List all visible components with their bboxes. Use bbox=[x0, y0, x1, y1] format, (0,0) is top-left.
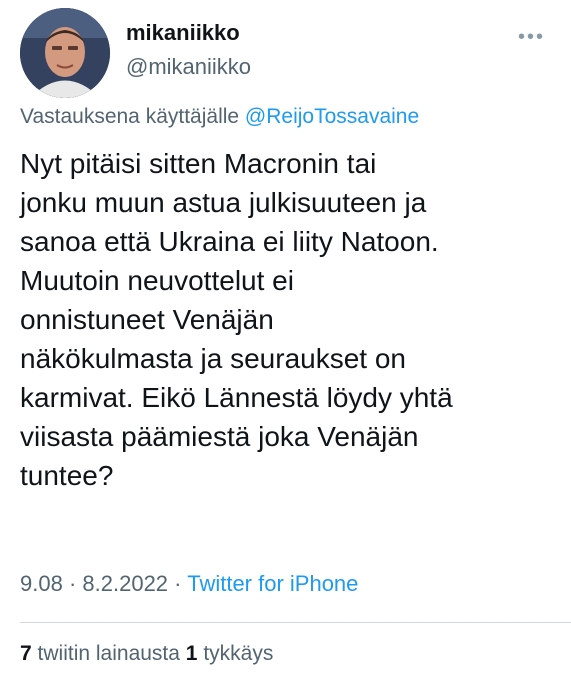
tweet-time[interactable]: 9.08 bbox=[20, 571, 63, 596]
tweet-line: näkökulmasta ja seuraukset on bbox=[20, 343, 406, 374]
avatar[interactable] bbox=[20, 8, 110, 98]
reply-context: Vastauksena käyttäjälle @ReijoTossavaine bbox=[20, 105, 419, 129]
more-icon[interactable]: ••• bbox=[518, 26, 545, 49]
quotes-count: 7 bbox=[20, 642, 32, 665]
avatar-image bbox=[20, 8, 110, 98]
tweet-date[interactable]: 8.2.2022 bbox=[82, 571, 168, 596]
quotes-label: twiitin lainausta bbox=[37, 642, 180, 665]
tweet-source-link[interactable]: Twitter for iPhone bbox=[187, 571, 358, 596]
tweet-line: jonku muun astua julkisuuteen ja bbox=[20, 187, 427, 218]
divider bbox=[20, 622, 571, 623]
handle[interactable]: @mikaniikko bbox=[126, 54, 251, 80]
likes-label: tykkäys bbox=[203, 642, 274, 665]
tweet-meta: 9.08 · 8.2.2022 · Twitter for iPhone bbox=[20, 571, 358, 597]
meta-separator: · bbox=[174, 571, 182, 596]
tweet-line: sanoa että Ukraina ei liity Natoon. bbox=[20, 226, 439, 257]
quotes-stat[interactable]: 7 twiitin lainausta bbox=[20, 642, 180, 665]
tweet-line: onnistuneet Venäjän bbox=[20, 304, 274, 335]
tweet-line: tuntee? bbox=[20, 460, 114, 491]
tweet-line: Muutoin neuvottelut ei bbox=[20, 265, 294, 296]
tweet-stats: 7 twiitin lainausta 1 tykkäys bbox=[20, 642, 273, 666]
meta-separator: · bbox=[68, 571, 77, 596]
display-name[interactable]: mikaniikko bbox=[126, 20, 240, 46]
tweet-line: karmivat. Eikö Lännestä löydy yhtä bbox=[20, 382, 453, 413]
tweet-text: Nyt pitäisi sitten Macronin tai jonku mu… bbox=[20, 144, 560, 495]
reply-mention-link[interactable]: @ReijoTossavaine bbox=[245, 105, 419, 128]
tweet-line: viisasta päämiestä joka Venäjän bbox=[20, 421, 419, 452]
likes-count: 1 bbox=[185, 642, 198, 665]
reply-prefix: Vastauksena käyttäjälle bbox=[20, 105, 240, 128]
tweet-line: Nyt pitäisi sitten Macronin tai bbox=[20, 148, 377, 179]
likes-stat[interactable]: 1 tykkäys bbox=[186, 642, 274, 665]
